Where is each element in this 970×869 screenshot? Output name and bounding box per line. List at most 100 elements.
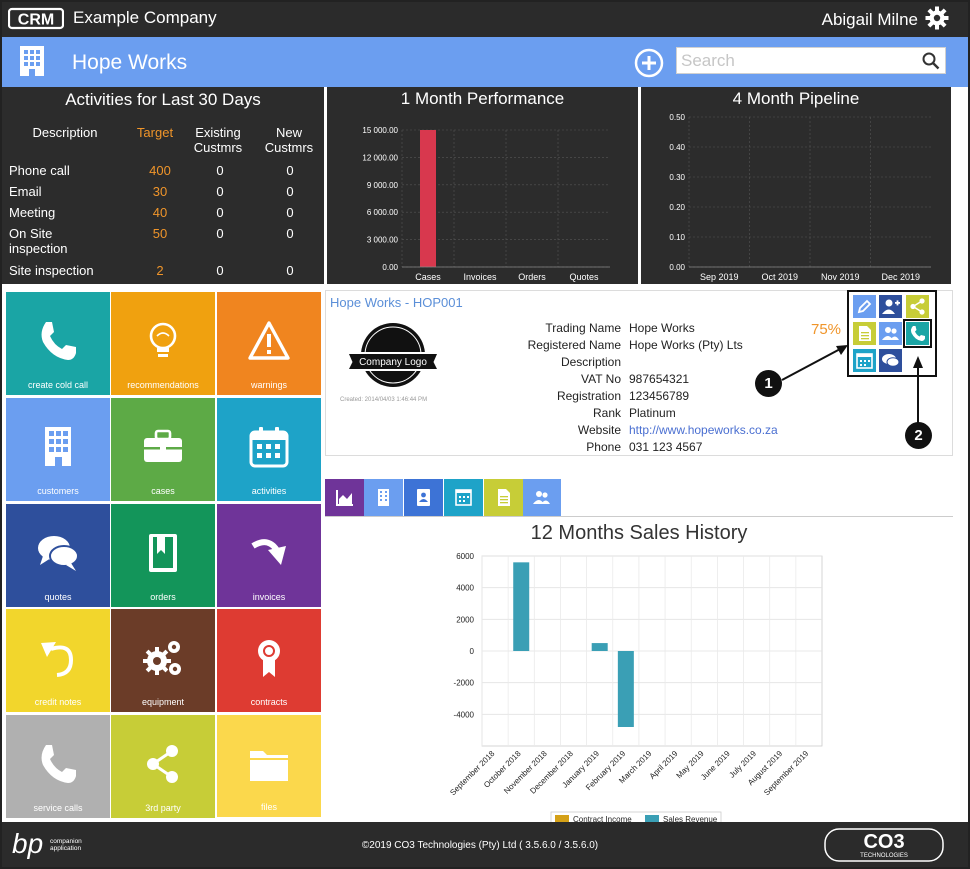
user-name[interactable]: Abigail Milne <box>822 10 918 30</box>
tile-label: orders <box>150 592 176 602</box>
activities-title: Activities for Last 30 Days <box>65 90 261 109</box>
app-window: CRM Example Company Abigail Milne Hope W… <box>0 0 970 869</box>
field-label: Description <box>560 355 621 369</box>
x-tick-label: April 2019 <box>648 749 680 781</box>
y-tick-label: 0.30 <box>669 173 685 182</box>
y-tick-label: 4000 <box>456 584 474 593</box>
y-tick-label: 0.00 <box>669 263 685 272</box>
legend-label: Sales Revenue <box>663 815 718 822</box>
tab-activities[interactable] <box>444 479 483 516</box>
tile-orders[interactable]: orders <box>111 504 215 607</box>
tile-label: contracts <box>250 697 288 707</box>
tile-customers[interactable]: customers <box>6 398 110 501</box>
gear-icon[interactable] <box>924 5 950 31</box>
warning-icon <box>248 321 290 360</box>
tab-people[interactable] <box>523 479 561 516</box>
col-target: Target <box>136 125 174 140</box>
tile-invoices[interactable]: invoices <box>217 504 321 607</box>
website-link[interactable]: http://www.hopeworks.co.za <box>629 423 778 437</box>
redo-arrow-icon <box>251 539 286 565</box>
field-label: Phone <box>586 440 621 454</box>
y-tick-label: 9 000.00 <box>367 181 399 190</box>
tile-label: service calls <box>33 803 83 813</box>
company-header: Hope Works <box>2 37 968 87</box>
tile-credit-notes[interactable]: credit notes <box>6 609 110 712</box>
undo-arrow-icon <box>41 642 74 677</box>
performance-chart: 0.00 3 000.00 6 000.00 9 000.00 12 000.00 15 … <box>362 126 610 282</box>
svg-text:Company Logo: Company Logo <box>359 357 427 368</box>
tile-create-cold-call[interactable]: create cold call <box>6 292 110 395</box>
x-tick-label: September 2019 <box>762 749 811 798</box>
field-value: Hope Works <box>629 321 695 335</box>
x-tick-label: Sep 2019 <box>700 272 739 282</box>
field-value: 031 123 4567 <box>629 440 703 454</box>
y-tick-label: -4000 <box>454 710 475 719</box>
share-icon[interactable] <box>906 295 929 318</box>
search-input[interactable] <box>681 50 911 72</box>
tile-contracts[interactable]: contracts <box>217 609 321 712</box>
x-tick-label: Quotes <box>569 272 599 282</box>
company-heading: Hope Works - HOP001 <box>330 295 463 310</box>
tile-activities[interactable]: activities <box>217 398 321 501</box>
tile-label: 3rd party <box>145 803 181 813</box>
page-title: Hope Works <box>72 51 188 74</box>
tile-3rd-party[interactable]: 3rd party <box>111 715 215 818</box>
x-tick-label: Dec 2019 <box>881 272 920 282</box>
tab-divider <box>325 516 953 517</box>
tile-label: warnings <box>250 380 288 390</box>
edit-icon[interactable] <box>853 295 876 318</box>
tile-files[interactable]: files <box>217 715 321 817</box>
building-icon <box>20 46 44 76</box>
tile-label: equipment <box>141 697 185 707</box>
callout-2: 2 <box>905 422 932 449</box>
field-label: Registered Name <box>527 338 621 352</box>
share-icon <box>147 745 178 783</box>
add-button[interactable] <box>634 48 664 78</box>
gears-icon <box>143 641 181 675</box>
top-bar: CRM Example Company Abigail Milne <box>2 2 968 37</box>
footer: bp companion application ©2019 CO3 Techn… <box>2 822 968 867</box>
bookmark-book-icon <box>149 534 177 572</box>
tile-equipment[interactable]: equipment <box>111 609 215 712</box>
tile-label: files <box>260 802 277 812</box>
lightbulb-icon <box>149 322 177 357</box>
y-tick-label: 0.10 <box>669 233 685 242</box>
field-label: Website <box>577 423 621 437</box>
phone-icon <box>41 745 76 783</box>
svg-text:CO3: CO3 <box>863 831 904 853</box>
svg-text:TECHNOLOGIES: TECHNOLOGIES <box>860 853 908 859</box>
y-tick-label: 0.00 <box>382 263 398 272</box>
tab-documents[interactable] <box>484 479 523 516</box>
ribbon-icon <box>258 640 280 677</box>
crm-logo[interactable]: CRM <box>8 7 64 31</box>
bar-sales-revenue <box>513 562 530 651</box>
speech-bubbles-icon <box>38 536 79 571</box>
tile-service-calls[interactable]: service calls <box>6 715 110 818</box>
tile-cases[interactable]: cases <box>111 398 215 501</box>
tab-company[interactable] <box>364 479 403 516</box>
search-icon[interactable] <box>922 52 940 70</box>
tile-label: credit notes <box>34 697 82 707</box>
tab-contacts[interactable] <box>404 479 443 516</box>
add-contact-icon[interactable] <box>879 295 902 318</box>
performance-panel: 1 Month Performance 0.00 3 000.00 6 000.00… <box>327 87 638 284</box>
field-label: Trading Name <box>545 321 621 335</box>
tab-sales-chart[interactable] <box>325 479 364 516</box>
tile-recommendations[interactable]: recommendations <box>111 292 215 395</box>
building-icon <box>45 427 71 466</box>
y-tick-label: 15 000.00 <box>362 126 398 135</box>
tile-label: create cold call <box>27 380 89 390</box>
y-tick-label: 0.20 <box>669 203 685 212</box>
copyright-text: ©2019 CO3 Technologies (Pty) Ltd ( 3.5.6… <box>361 840 599 851</box>
tile-warnings[interactable]: warnings <box>217 292 321 395</box>
col-description: Description <box>32 125 98 140</box>
tile-label: customers <box>37 486 79 496</box>
tile-label: cases <box>151 486 175 496</box>
bar-cases <box>420 130 436 267</box>
field-label: VAT No <box>580 372 621 386</box>
field-value: Hope Works (Pty) Lts <box>629 338 743 352</box>
folder-icon <box>250 751 288 781</box>
tile-label: recommendations <box>127 380 199 390</box>
tile-quotes[interactable]: quotes <box>6 504 110 607</box>
field-value: 123456789 <box>629 389 690 403</box>
